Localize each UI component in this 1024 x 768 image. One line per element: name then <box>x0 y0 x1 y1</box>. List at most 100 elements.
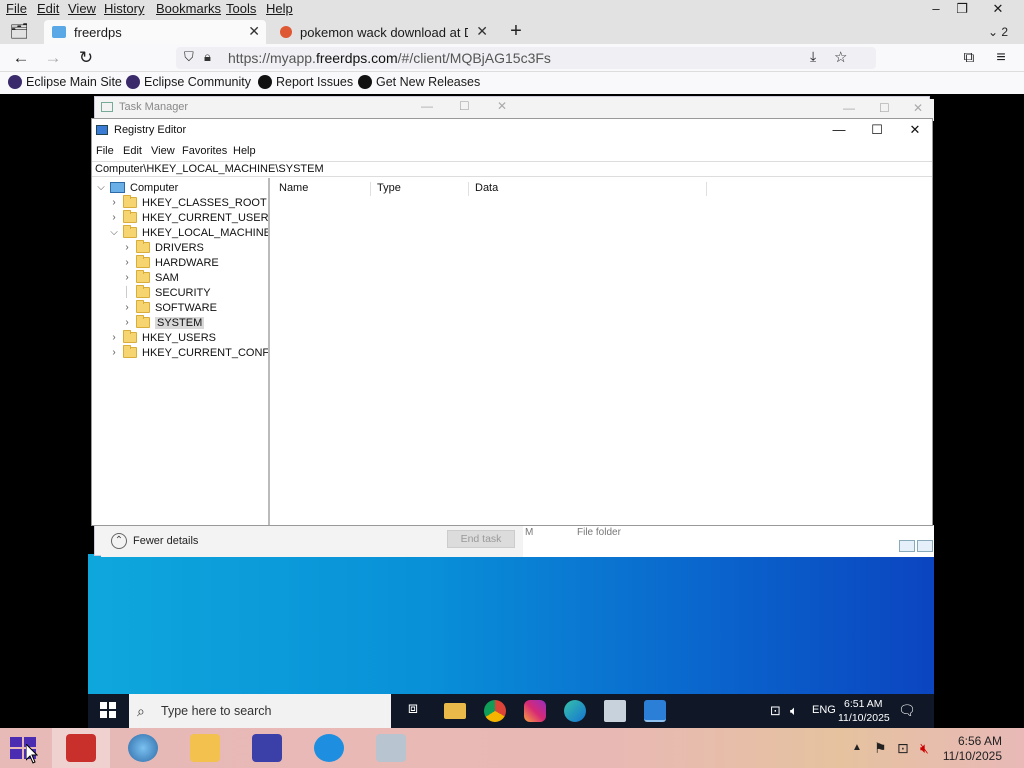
remote-clock-time[interactable]: 6:51 AM <box>844 698 883 710</box>
volume-muted-icon[interactable]: 🔇︎ <box>920 740 929 757</box>
registry-values-list[interactable]: Name Type Data <box>273 178 932 525</box>
tab-freerdps[interactable]: freerdps ✕ <box>44 20 266 44</box>
host-clock[interactable]: 6:56 AM 11/10/2025 <box>943 734 1002 764</box>
network-icon[interactable]: ⊡ <box>770 703 781 719</box>
bookmark-star-icon[interactable]: ☆ <box>834 48 847 66</box>
re-menu-favorites[interactable]: Favorites <box>182 145 227 157</box>
minimize-button[interactable]: – <box>924 1 948 16</box>
network-icon[interactable]: ⊡ <box>897 740 909 757</box>
chrome-icon[interactable] <box>484 700 506 722</box>
chevron-right-icon[interactable]: › <box>122 302 132 313</box>
tm2-maximize-button[interactable]: ☐ <box>879 101 890 115</box>
column-header-name[interactable]: Name <box>273 182 371 196</box>
close-window-button[interactable]: ✕ <box>986 1 1010 17</box>
chevron-right-icon[interactable]: › <box>109 347 119 358</box>
forward-icon[interactable]: → <box>42 48 64 68</box>
host-app-internet-explorer[interactable] <box>300 728 358 768</box>
action-center-icon[interactable]: 🗨︎ <box>898 702 916 719</box>
language-indicator[interactable]: ENG <box>812 704 836 716</box>
tm-maximize-button[interactable]: ☐ <box>459 99 470 113</box>
chevron-down-icon[interactable]: ⌵ <box>109 227 119 238</box>
close-tab-icon[interactable]: ✕ <box>476 23 488 40</box>
bookmark-report-issues[interactable]: Report Issues <box>258 75 353 89</box>
chevron-right-icon[interactable]: › <box>109 212 119 223</box>
close-tab-icon[interactable]: ✕ <box>248 23 260 40</box>
taskbar-search-box[interactable]: ⌕ Type here to search <box>129 694 391 728</box>
registry-editor-window[interactable]: Registry Editor — ☐ ✕ File Edit View Fav… <box>91 118 933 526</box>
tree-node-security[interactable]: │ SECURITY <box>122 285 211 300</box>
site-info-icon[interactable]: ⛉ <box>184 49 194 65</box>
reload-icon[interactable]: ↻ <box>75 48 97 68</box>
tree-node-hkey-current-config[interactable]: › HKEY_CURRENT_CONFIG <box>109 345 268 360</box>
chevron-right-icon[interactable]: › <box>122 272 132 283</box>
instagram-icon[interactable] <box>524 700 546 722</box>
reader-view-icon[interactable]: ⤓ <box>810 48 816 65</box>
tm-minimize-button[interactable]: — <box>421 99 433 113</box>
re-menu-view[interactable]: View <box>151 145 175 157</box>
fewer-details-button[interactable]: ⌃ Fewer details <box>111 533 198 549</box>
back-icon[interactable]: ← <box>10 48 32 68</box>
menu-file[interactable]: File <box>6 1 27 16</box>
tree-node-software[interactable]: › SOFTWARE <box>122 300 217 315</box>
bookmark-get-new-releases[interactable]: Get New Releases <box>358 75 480 89</box>
tree-node-hkey-current-user[interactable]: › HKEY_CURRENT_USER <box>109 210 268 225</box>
remote-desktop-canvas[interactable]: Task Manager — ☐ ✕ — ☐ ✕ ⌃ Fewer details… <box>88 94 934 696</box>
menu-edit[interactable]: Edit <box>37 1 59 16</box>
tm2-minimize-button[interactable]: — <box>843 101 855 115</box>
details-view-icon[interactable] <box>899 540 915 552</box>
windows-start-icon[interactable] <box>100 702 116 718</box>
host-app-red[interactable] <box>52 728 110 768</box>
tab-list-button[interactable]: ⌄ 2 <box>978 22 1018 42</box>
chevron-down-icon[interactable]: ⌵ <box>96 182 106 193</box>
lock-icon[interactable]: 🔒︎ <box>204 49 211 65</box>
tree-node-computer[interactable]: ⌵ Computer <box>96 180 178 195</box>
menu-bookmarks[interactable]: Bookmarks <box>156 1 221 16</box>
re-menu-edit[interactable]: Edit <box>123 145 142 157</box>
remote-desktop-icon[interactable] <box>604 700 626 722</box>
host-app-screenshot[interactable] <box>362 728 420 768</box>
chevron-right-icon[interactable]: › <box>109 197 119 208</box>
chevron-right-icon[interactable]: › <box>109 332 119 343</box>
task-view-icon[interactable]: ⧈ <box>402 700 424 722</box>
registry-address-bar[interactable]: Computer\HKEY_LOCAL_MACHINE\SYSTEM <box>92 161 932 177</box>
url-text[interactable]: https://myapp.freerdps.com/#/client/MQBj… <box>228 50 551 66</box>
re-minimize-button[interactable]: — <box>824 121 854 139</box>
host-app-file-manager[interactable] <box>176 728 234 768</box>
app-menu-icon[interactable]: ≡ <box>990 48 1012 68</box>
edge-icon[interactable] <box>564 700 586 722</box>
bookmark-eclipse-community[interactable]: Eclipse Community <box>126 75 251 89</box>
tree-node-hardware[interactable]: › HARDWARE <box>122 255 219 270</box>
re-menu-help[interactable]: Help <box>233 145 256 157</box>
chevron-right-icon[interactable]: › <box>122 242 132 253</box>
tree-node-system[interactable]: › SYSTEM <box>122 315 205 330</box>
menu-tools[interactable]: Tools <box>226 1 256 16</box>
extensions-icon[interactable]: ⧉ <box>958 48 980 68</box>
end-task-button[interactable]: End task <box>447 530 515 548</box>
re-maximize-button[interactable]: ☐ <box>862 121 892 139</box>
restore-button[interactable]: ❐ <box>950 1 974 17</box>
bookmark-eclipse-main[interactable]: Eclipse Main Site <box>8 75 122 89</box>
volume-icon[interactable]: 🔈︎ <box>790 703 798 719</box>
tm-close-button[interactable]: ✕ <box>497 99 507 113</box>
column-header-type[interactable]: Type <box>371 182 469 196</box>
column-header-data[interactable]: Data <box>469 182 707 196</box>
re-menu-file[interactable]: File <box>96 145 114 157</box>
host-app-calendar[interactable] <box>238 728 296 768</box>
tray-chevron-up-icon[interactable]: ▲ <box>852 742 862 753</box>
chevron-right-icon[interactable]: › <box>122 317 132 328</box>
remote-clock-date[interactable]: 11/10/2025 <box>838 712 890 724</box>
tm2-close-button[interactable]: ✕ <box>913 101 923 115</box>
vscode-icon[interactable] <box>644 700 666 722</box>
host-app-globe[interactable] <box>114 728 172 768</box>
tab-pokemon[interactable]: pokemon wack download at Du ✕ <box>272 20 494 44</box>
menu-help[interactable]: Help <box>266 1 293 16</box>
new-tab-button[interactable]: + <box>505 21 527 41</box>
menu-view[interactable]: View <box>68 1 96 16</box>
url-bar[interactable]: ⛉ 🔒︎ https://myapp.freerdps.com/#/client… <box>176 47 876 69</box>
large-icons-view-icon[interactable] <box>917 540 933 552</box>
tree-node-hkey-local-machine[interactable]: ⌵ HKEY_LOCAL_MACHINE <box>109 225 268 240</box>
re-close-button[interactable]: ✕ <box>900 121 930 139</box>
file-explorer-icon[interactable] <box>444 703 466 719</box>
tab-overview-icon[interactable]: 🗂 <box>8 22 30 42</box>
tree-node-drivers[interactable]: › DRIVERS <box>122 240 204 255</box>
